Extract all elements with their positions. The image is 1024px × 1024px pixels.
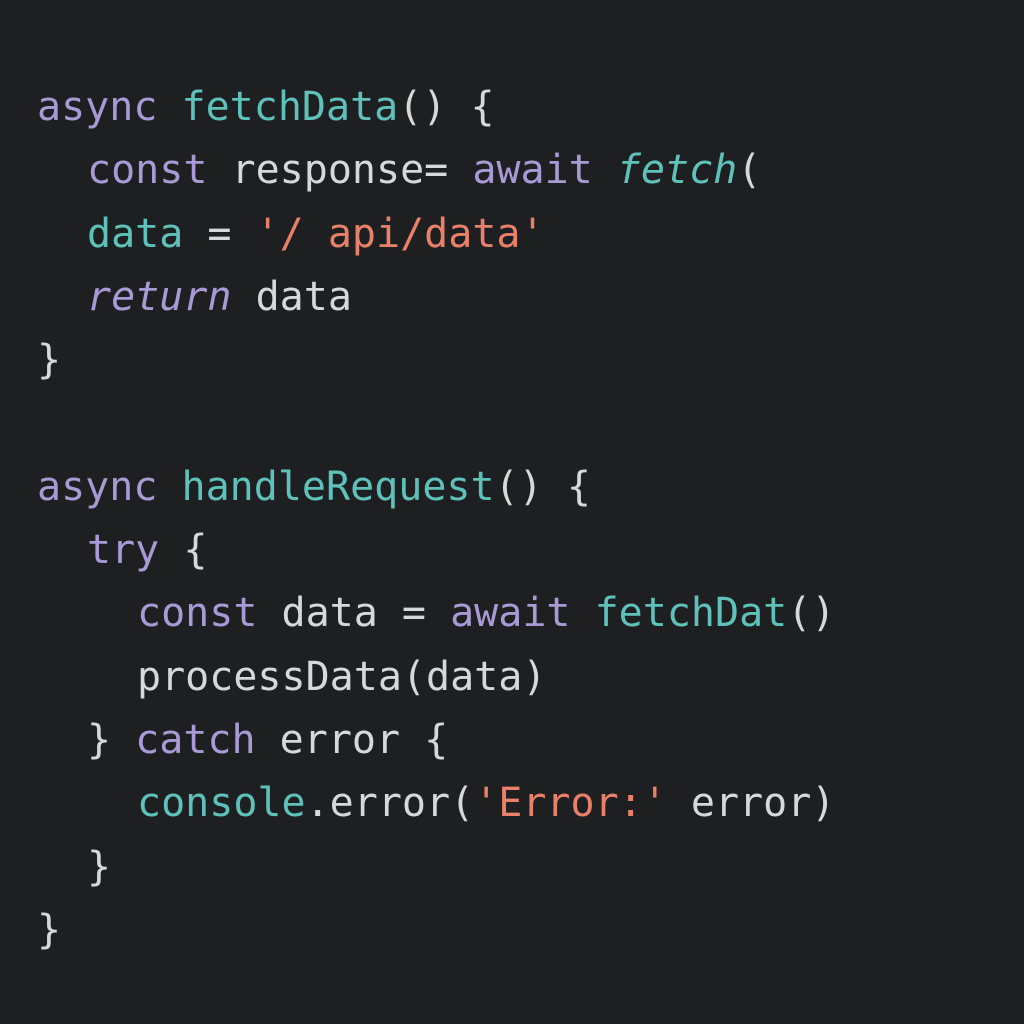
punctuation-token: } bbox=[87, 716, 136, 763]
function-token: fetchData bbox=[181, 84, 399, 130]
function-token: fetch bbox=[616, 147, 738, 194]
code-line: const data = await fetchDat() bbox=[37, 582, 1024, 645]
keyword-token: async bbox=[37, 84, 158, 130]
code-line: return data bbox=[37, 266, 1024, 329]
code-line: try { bbox=[37, 519, 1024, 582]
text-token: data = bbox=[257, 590, 451, 637]
keyword-token: catch bbox=[135, 716, 256, 763]
punctuation-token: ( bbox=[737, 147, 762, 194]
code-line: } bbox=[37, 329, 1024, 392]
punctuation-token: () { bbox=[494, 463, 591, 510]
function-token: handleRequest bbox=[181, 463, 495, 510]
text-token: .error( bbox=[305, 780, 475, 827]
text-token: processData(data) bbox=[137, 653, 547, 700]
keyword-token: async bbox=[37, 463, 158, 510]
code-line: async fetchData() { bbox=[37, 76, 1024, 139]
variable-token: data bbox=[87, 210, 184, 257]
keyword-token: await bbox=[450, 590, 571, 637]
punctuation-token: () bbox=[787, 590, 836, 637]
code-line: } catch error { bbox=[37, 709, 1024, 772]
keyword-token: await bbox=[472, 147, 593, 194]
function-token: fetchDat bbox=[594, 590, 788, 637]
text-token: = bbox=[183, 210, 256, 257]
code-line: const response= await fetch( bbox=[37, 139, 1024, 202]
keyword-token: const bbox=[137, 590, 258, 637]
keyword-token: try bbox=[87, 527, 160, 574]
punctuation-token: } bbox=[37, 906, 62, 953]
code-line: console.error('Error:' error) bbox=[37, 772, 1024, 835]
text-token: data bbox=[231, 273, 352, 320]
text-token: response= bbox=[207, 147, 473, 194]
function-token: console bbox=[137, 780, 306, 827]
code-line: } bbox=[37, 836, 1024, 899]
keyword-token: return bbox=[87, 273, 232, 320]
text-token: error { bbox=[255, 716, 449, 763]
punctuation-token: } bbox=[87, 843, 112, 890]
punctuation-token: { bbox=[159, 527, 208, 574]
keyword-token: const bbox=[87, 147, 208, 194]
code-line: async handleRequest() { bbox=[37, 456, 1024, 519]
code-editor[interactable]: async fetchData() { const response= awai… bbox=[0, 0, 1024, 1024]
punctuation-token: } bbox=[37, 337, 62, 384]
code-line: data = '/ api/data' bbox=[37, 203, 1024, 266]
punctuation-token: () { bbox=[398, 84, 495, 130]
code-line: processData(data) bbox=[37, 646, 1024, 709]
text-token: error) bbox=[666, 780, 836, 827]
string-token: 'Error:' bbox=[474, 780, 667, 827]
code-line: } bbox=[37, 899, 1024, 962]
string-token: '/ api/data' bbox=[255, 210, 545, 257]
